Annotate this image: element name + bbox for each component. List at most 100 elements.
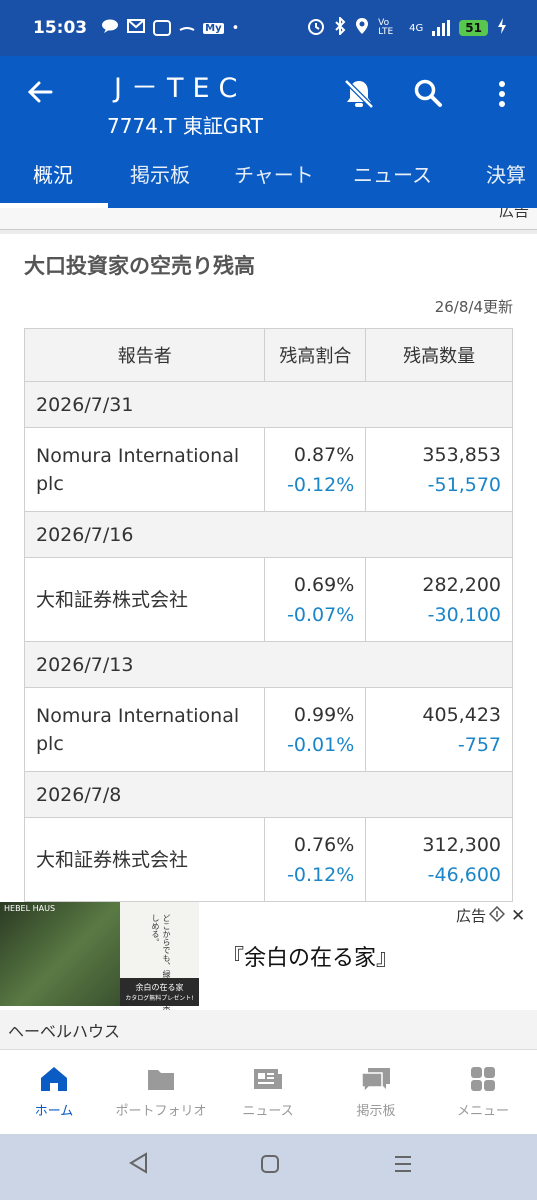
report-date: 2026/7/16 bbox=[24, 511, 513, 558]
chat-bubbles-icon bbox=[326, 1064, 426, 1094]
date-row: 2026/7/8 bbox=[24, 771, 513, 818]
ad-info-icon[interactable] bbox=[488, 905, 506, 926]
ad-sponsor[interactable]: ヘーベルハウス bbox=[0, 1010, 537, 1050]
ad-catalog-box: 余白の在る家 カタログ無料プレゼント! bbox=[120, 978, 199, 1006]
quantity-cell: 312,300 -46,600 bbox=[365, 817, 513, 902]
back-triangle-icon[interactable] bbox=[128, 1152, 148, 1180]
search-icon[interactable] bbox=[411, 76, 447, 112]
report-date: 2026/7/13 bbox=[24, 641, 513, 688]
bottom-nav: ホーム ポートフォリオ ニュース 掲示板 メニュー bbox=[0, 1050, 537, 1134]
header-reporter: 報告者 bbox=[23, 328, 266, 382]
home-icon bbox=[4, 1064, 104, 1094]
nav-label-news: ニュース bbox=[242, 1104, 294, 1119]
ad-image-title: 余白の在る家 bbox=[135, 983, 184, 992]
ad-banner[interactable]: HEBEL HAUS どこからでも、緑や空を楽しめる。 余白の在る家 カタログ無… bbox=[0, 902, 537, 1010]
ratio-value: 0.99% bbox=[293, 703, 355, 726]
dash-icon bbox=[179, 21, 195, 36]
nav-label-home: ホーム bbox=[34, 1104, 74, 1119]
table-row: Nomura International plc 0.99% -0.01% 40… bbox=[23, 687, 513, 772]
nav-menu[interactable]: メニュー bbox=[433, 1064, 533, 1119]
ad-close-icon[interactable]: ✕ bbox=[511, 906, 525, 926]
quantity-value: 312,300 bbox=[422, 833, 501, 856]
short-positions-table: 報告者 残高割合 残高数量 2026/7/31 Nomura Internati… bbox=[23, 328, 513, 902]
status-bar: 15:03 My • Vo LTE 4G 51 bbox=[0, 0, 537, 56]
alarm-icon bbox=[307, 17, 325, 39]
tab-news[interactable]: ニュース bbox=[353, 159, 432, 188]
report-date: 2026/7/31 bbox=[24, 381, 513, 428]
report-date: 2026/7/8 bbox=[24, 771, 513, 818]
ratio-value: 0.87% bbox=[293, 443, 355, 466]
network-label: 4G bbox=[409, 22, 424, 34]
reporter-cell: Nomura International plc bbox=[23, 687, 266, 772]
quantity-cell: 353,853 -51,570 bbox=[365, 427, 513, 512]
quantity-change: -757 bbox=[457, 733, 501, 756]
ad-image-cta: カタログ無料プレゼント! bbox=[125, 995, 194, 1002]
ad-strip: 広告 bbox=[0, 208, 537, 230]
reporter-cell: 大和証券株式会社 bbox=[23, 817, 266, 902]
nav-board[interactable]: 掲示板 bbox=[326, 1064, 426, 1119]
tab-earnings[interactable]: 決算 bbox=[486, 159, 526, 188]
nav-label-menu: メニュー bbox=[456, 1104, 509, 1119]
ratio-value: 0.76% bbox=[293, 833, 355, 856]
updated-date: 26/8/4更新 bbox=[434, 298, 513, 316]
ad-headline[interactable]: 『余白の在る家』 bbox=[222, 940, 398, 972]
tab-bar: 概況 掲示板 チャート ニュース 決算 bbox=[0, 151, 537, 208]
bell-off-icon[interactable] bbox=[341, 76, 377, 112]
bluetooth-icon bbox=[334, 15, 346, 39]
quantity-change: -30,100 bbox=[427, 603, 501, 626]
ratio-value: 0.69% bbox=[293, 573, 355, 596]
nav-portfolio[interactable]: ポートフォリオ bbox=[111, 1064, 211, 1119]
quantity-value: 353,853 bbox=[422, 443, 501, 466]
ad-label: 広告 ✕ bbox=[456, 905, 525, 926]
recents-icon[interactable] bbox=[393, 1152, 413, 1180]
status-time: 15:03 bbox=[33, 18, 88, 38]
tab-chart[interactable]: チャート bbox=[234, 159, 314, 188]
header-quantity: 残高数量 bbox=[365, 328, 513, 382]
ratio-cell: 0.76% -0.12% bbox=[264, 817, 367, 902]
nav-home[interactable]: ホーム bbox=[4, 1064, 104, 1119]
stock-code: 7774.T 東証GRT bbox=[107, 114, 263, 138]
instagram-icon bbox=[153, 20, 172, 36]
quantity-change: -46,600 bbox=[427, 863, 501, 886]
ratio-cell: 0.99% -0.01% bbox=[264, 687, 367, 772]
reporter-name: 大和証券株式会社 bbox=[36, 588, 189, 611]
my-badge-icon: My bbox=[203, 22, 224, 34]
menu-grid-icon bbox=[433, 1064, 533, 1094]
chat-icon bbox=[101, 19, 119, 37]
reporter-name: Nomura International bbox=[36, 444, 240, 467]
tab-overview[interactable]: 概況 bbox=[33, 159, 73, 188]
quantity-cell: 282,200 -30,100 bbox=[365, 557, 513, 642]
reporter-name-cont: plc bbox=[36, 732, 64, 755]
system-nav bbox=[0, 1134, 537, 1200]
header-ratio: 残高割合 bbox=[264, 328, 367, 382]
home-square-icon[interactable] bbox=[260, 1152, 280, 1180]
reporter-name: Nomura International bbox=[36, 704, 240, 727]
date-row: 2026/7/16 bbox=[24, 511, 513, 558]
ratio-change: -0.12% bbox=[287, 863, 355, 886]
table-row: Nomura International plc 0.87% -0.12% 35… bbox=[23, 427, 513, 512]
nav-label-portfolio: ポートフォリオ bbox=[115, 1104, 207, 1119]
volte-label: Vo LTE bbox=[378, 18, 394, 37]
section-title: 大口投資家の空売り残高 bbox=[24, 254, 255, 278]
ad-strip-label: 広告 bbox=[498, 208, 529, 220]
notification-icons: My • bbox=[101, 19, 239, 37]
ratio-change: -0.01% bbox=[287, 733, 355, 756]
ratio-change: -0.12% bbox=[287, 473, 355, 496]
ratio-cell: 0.87% -0.12% bbox=[264, 427, 367, 512]
system-status-icons: Vo LTE 4G 51 bbox=[307, 15, 507, 39]
location-icon bbox=[355, 17, 369, 39]
tab-board[interactable]: 掲示板 bbox=[130, 159, 190, 188]
back-arrow-icon[interactable] bbox=[26, 78, 54, 112]
nav-news[interactable]: ニュース bbox=[218, 1064, 318, 1119]
table-header-row: 報告者 残高割合 残高数量 bbox=[23, 328, 513, 382]
news-icon bbox=[218, 1064, 318, 1094]
reporter-name: 大和証券株式会社 bbox=[36, 848, 189, 871]
table-row: 大和証券株式会社 0.69% -0.07% 282,200 -30,100 bbox=[23, 557, 513, 642]
reporter-cell: 大和証券株式会社 bbox=[23, 557, 266, 642]
more-vert-icon[interactable] bbox=[484, 76, 520, 112]
folder-icon bbox=[111, 1064, 211, 1094]
ratio-cell: 0.69% -0.07% bbox=[264, 557, 367, 642]
reporter-cell: Nomura International plc bbox=[23, 427, 266, 512]
quantity-change: -51,570 bbox=[427, 473, 501, 496]
date-row: 2026/7/13 bbox=[24, 641, 513, 688]
